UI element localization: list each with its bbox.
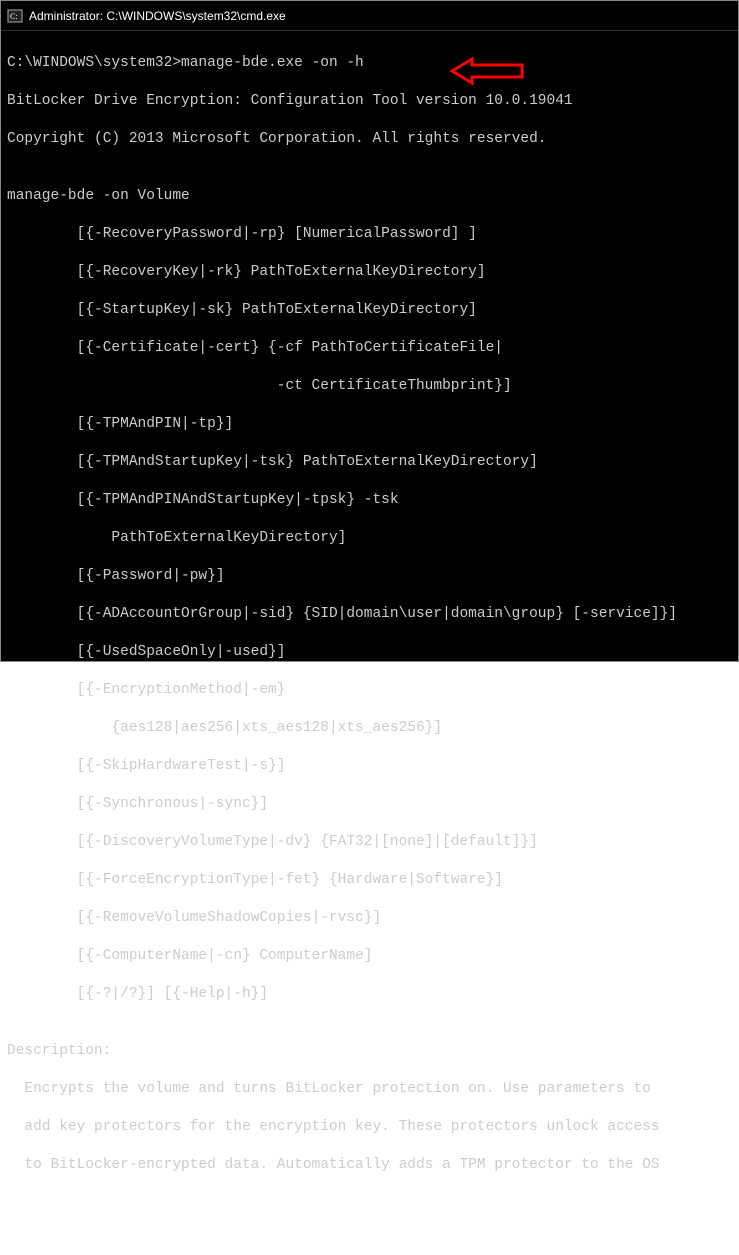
titlebar[interactable]: C: Administrator: C:\WINDOWS\system32\cm… bbox=[1, 1, 738, 31]
output-line: add key protectors for the encryption ke… bbox=[7, 1118, 732, 1137]
prompt: C:\WINDOWS\system32> bbox=[7, 55, 181, 71]
svg-text:C:: C: bbox=[10, 12, 18, 21]
window-title: Administrator: C:\WINDOWS\system32\cmd.e… bbox=[29, 9, 286, 23]
output-line: [{-TPMAndPIN|-tp}] bbox=[7, 415, 732, 434]
output-line: [{-RemoveVolumeShadowCopies|-rvsc}] bbox=[7, 909, 732, 928]
output-line: BitLocker Drive Encryption: Configuratio… bbox=[7, 92, 732, 111]
output-line: [{-EncryptionMethod|-em} bbox=[7, 681, 732, 700]
output-line: Copyright (C) 2013 Microsoft Corporation… bbox=[7, 130, 732, 149]
prompt-line: C:\WINDOWS\system32>manage-bde.exe -on -… bbox=[7, 54, 732, 73]
output-line: {aes128|aes256|xts_aes128|xts_aes256}] bbox=[7, 719, 732, 738]
output-line: [{-DiscoveryVolumeType|-dv} {FAT32|[none… bbox=[7, 833, 732, 852]
output-line: [{-Certificate|-cert} {-cf PathToCertifi… bbox=[7, 339, 732, 358]
output-line: [{-StartupKey|-sk} PathToExternalKeyDire… bbox=[7, 301, 732, 320]
cmd-icon: C: bbox=[7, 8, 23, 24]
command-text: manage-bde.exe -on -h bbox=[181, 55, 364, 71]
output-line: [{-?|/?}] [{-Help|-h}] bbox=[7, 985, 732, 1004]
output-line: Description: bbox=[7, 1042, 732, 1061]
output-line: manage-bde -on Volume bbox=[7, 187, 732, 206]
output-line: [{-ForceEncryptionType|-fet} {Hardware|S… bbox=[7, 871, 732, 890]
output-line: [{-Synchronous|-sync}] bbox=[7, 795, 732, 814]
annotation-arrow-icon bbox=[395, 37, 527, 112]
output-line: [{-RecoveryKey|-rk} PathToExternalKeyDir… bbox=[7, 263, 732, 282]
output-line: -ct CertificateThumbprint}] bbox=[7, 377, 732, 396]
output-line: [{-TPMAndPINAndStartupKey|-tpsk} -tsk bbox=[7, 491, 732, 510]
output-line: [{-ComputerName|-cn} ComputerName] bbox=[7, 947, 732, 966]
output-line: [{-SkipHardwareTest|-s}] bbox=[7, 757, 732, 776]
output-line: [{-Password|-pw}] bbox=[7, 567, 732, 586]
output-line: PathToExternalKeyDirectory] bbox=[7, 529, 732, 548]
terminal-output[interactable]: C:\WINDOWS\system32>manage-bde.exe -on -… bbox=[1, 31, 738, 1255]
output-line: [{-ADAccountOrGroup|-sid} {SID|domain\us… bbox=[7, 605, 732, 624]
output-line: [{-TPMAndStartupKey|-tsk} PathToExternal… bbox=[7, 453, 732, 472]
output-line: Encrypts the volume and turns BitLocker … bbox=[7, 1080, 732, 1099]
cmd-window: C: Administrator: C:\WINDOWS\system32\cm… bbox=[0, 0, 739, 662]
output-line: [{-RecoveryPassword|-rp} [NumericalPassw… bbox=[7, 225, 732, 244]
output-line: to BitLocker-encrypted data. Automatical… bbox=[7, 1156, 732, 1175]
output-line: [{-UsedSpaceOnly|-used}] bbox=[7, 643, 732, 662]
